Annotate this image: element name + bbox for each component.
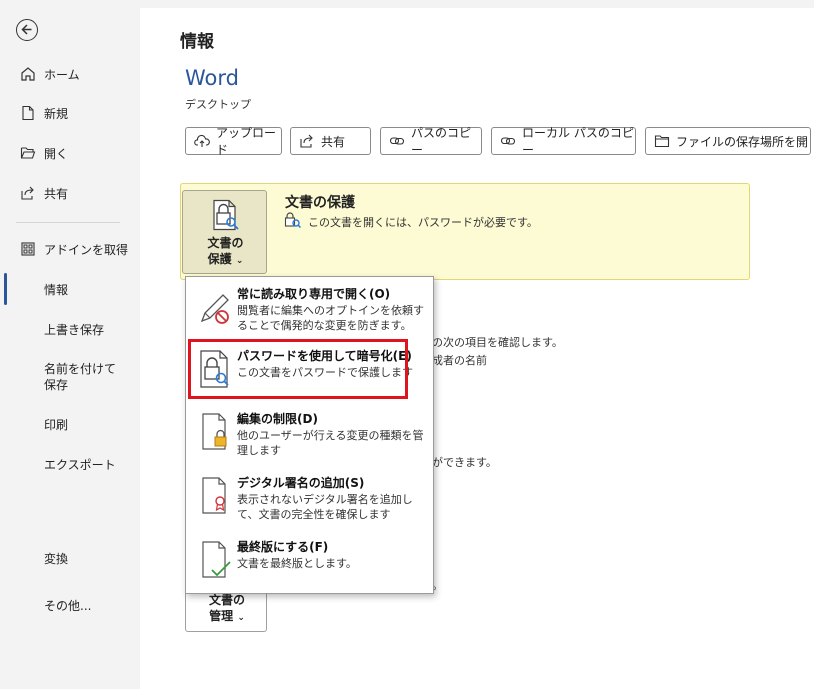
sidebar-item-get-addins[interactable]: アドインを取得 (0, 232, 140, 266)
share-label: 共有 (321, 134, 346, 149)
sidebar-item-share[interactable]: 共有 (0, 176, 140, 210)
open-file-location-label: ファイルの保存場所を開く (676, 134, 811, 149)
menu-item-description: 他のユーザーが行える変更の種類を管理します (237, 429, 424, 457)
sidebar-item-new[interactable]: 新規 (0, 96, 140, 130)
sidebar-item-more[interactable]: その他... (0, 588, 140, 622)
sidebar-item-home[interactable]: ホーム (0, 57, 140, 91)
inspect-text-2: 成者の名前 (432, 354, 487, 367)
sidebar-item-transform[interactable]: 変換 (0, 541, 140, 575)
link-icon (389, 137, 405, 145)
sidebar-item-save[interactable]: 上書き保存 (0, 312, 140, 346)
protect-document-button[interactable]: 文書の 保護 ⌄ (182, 190, 267, 274)
backstage-sidebar: ホーム 新規 開く 共有 アドインを取得 情報 上書き保存 名前を付けて保存 印… (0, 0, 140, 689)
folder-open-icon (20, 147, 36, 159)
sidebar-item-label: 名前を付けて保存 (44, 362, 117, 392)
inspect-text-1: の次の項目を確認します。 (432, 336, 563, 349)
open-file-location-button[interactable]: ファイルの保存場所を開く (645, 127, 811, 155)
share-icon (300, 134, 313, 148)
document-check-icon (202, 541, 231, 578)
menu-item-restrict-editing[interactable]: 編集の制限(D) 他のユーザーが行える変更の種類を管理します (186, 410, 433, 465)
upload-label: アップロード (216, 126, 277, 157)
sidebar-item-label: 変換 (44, 551, 69, 566)
menu-item-title: 編集の制限(D) (237, 412, 318, 426)
arrow-left-icon (21, 24, 32, 35)
sidebar-divider (16, 222, 120, 223)
certificate-document-icon (202, 477, 226, 514)
sidebar-item-label: エクスポート (44, 457, 116, 472)
chevron-down-icon: ⌄ (237, 613, 245, 623)
menu-item-mark-as-final[interactable]: 最終版にする(F) 文書を最終版とします。 (186, 538, 433, 586)
sidebar-item-open[interactable]: 開く (0, 136, 140, 170)
folder-icon (654, 135, 670, 148)
copy-path-button[interactable]: パスのコピー (380, 126, 482, 157)
sidebar-item-label: 開く (44, 146, 69, 161)
protect-description: この文書を開くには、パスワードが必要です。 (308, 216, 538, 229)
menu-item-always-open-read-only[interactable]: 常に読み取り専用で開く(O) 閲覧者に編集へのオプトインを依頼することで偶発的な… (186, 285, 433, 340)
manage-button-label-2: 管理 (209, 609, 234, 623)
sidebar-item-label: その他... (44, 598, 92, 613)
document-lock-icon (202, 413, 227, 450)
sidebar-item-label: 上書き保存 (44, 322, 105, 337)
sidebar-item-label: 共有 (44, 186, 69, 201)
sidebar-item-label: ホーム (44, 67, 80, 82)
sidebar-item-info[interactable]: 情報 (0, 272, 140, 306)
upload-button[interactable]: アップロード (185, 126, 282, 157)
protect-button-label-2: 保護 (207, 252, 232, 266)
share-icon (21, 186, 34, 200)
home-icon (21, 67, 35, 81)
copy-local-path-label: ローカル パスのコピー (522, 126, 634, 157)
protect-button-label-1: 文書の (207, 236, 244, 250)
sidebar-item-label: 印刷 (44, 417, 69, 432)
menu-item-description: 閲覧者に編集へのオプトインを依頼することで偶発的な変更を防ぎます。 (237, 304, 424, 332)
new-document-icon (22, 105, 34, 121)
sidebar-item-print[interactable]: 印刷 (0, 407, 140, 441)
protect-document-menu: 常に読み取り専用で開く(O) 閲覧者に編集へのオプトインを依頼することで偶発的な… (185, 276, 434, 594)
lock-document-icon (213, 199, 239, 231)
sidebar-item-label: アドインを取得 (44, 242, 129, 257)
addins-grid-icon (21, 242, 35, 256)
menu-item-title: 常に読み取り専用で開く(O) (237, 287, 391, 301)
menu-item-title: 最終版にする(F) (237, 540, 329, 554)
copy-path-label: パスのコピー (411, 126, 472, 157)
menu-item-title: デジタル署名の追加(S) (237, 476, 365, 490)
sidebar-item-export[interactable]: エクスポート (0, 447, 140, 481)
menu-item-description: 文書を最終版とします。 (237, 557, 357, 570)
cloud-upload-icon (194, 134, 210, 147)
chevron-down-icon: ⌄ (235, 256, 244, 266)
protect-title: 文書の保護 (285, 195, 355, 211)
pencil-prohibited-icon (200, 294, 229, 324)
highlight-annotation (188, 339, 408, 399)
share-button[interactable]: 共有 (290, 127, 371, 155)
version-text: ができます。 (432, 456, 497, 469)
back-button[interactable] (16, 19, 38, 41)
link-icon (500, 137, 516, 145)
document-location: デスクトップ (185, 98, 251, 111)
sidebar-item-save-as[interactable]: 名前を付けて保存 (0, 359, 140, 395)
document-name: Word (185, 66, 239, 90)
page-title: 情報 (180, 32, 214, 52)
copy-local-path-button[interactable]: ローカル パスのコピー (491, 126, 636, 157)
sidebar-item-label: 情報 (44, 282, 69, 297)
sidebar-item-label: 新規 (44, 106, 69, 121)
manage-button-label-1: 文書の (208, 593, 245, 607)
menu-item-add-digital-signature[interactable]: デジタル署名の追加(S) 表示されないデジタル署名を追加して、文書の完全性を確保… (186, 474, 433, 529)
lock-search-icon (284, 212, 302, 228)
menu-item-description: 表示されないデジタル署名を追加して、文書の完全性を確保します (237, 493, 413, 521)
